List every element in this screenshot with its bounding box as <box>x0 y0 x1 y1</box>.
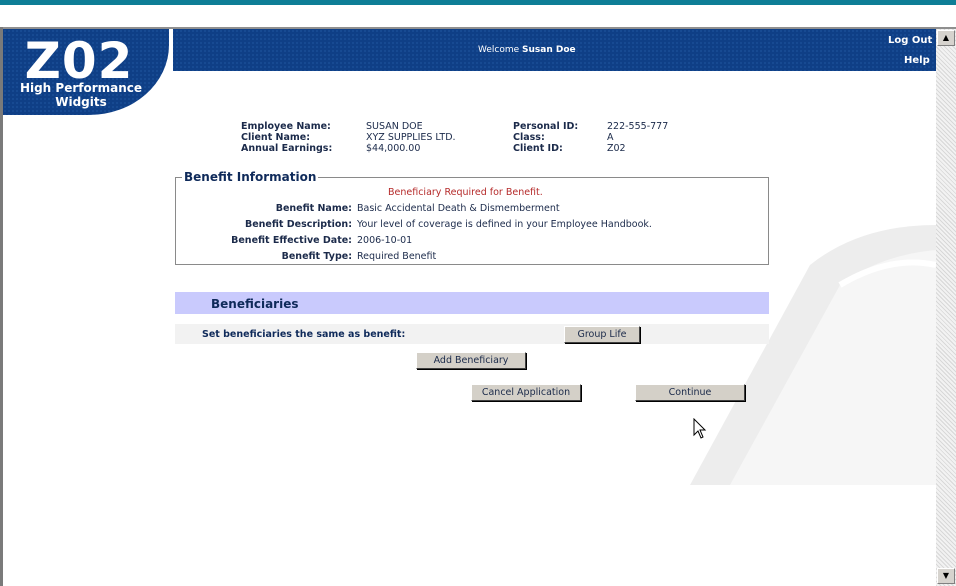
benefit-type-value: Required Benefit <box>357 251 437 262</box>
personal-id-label: Personal ID: <box>513 121 579 132</box>
continue-button[interactable]: Continue <box>635 384 745 401</box>
class-value: A <box>607 132 614 143</box>
annual-earnings-label: Annual Earnings: <box>241 143 333 154</box>
benefit-description-label: Benefit Description: <box>244 219 352 230</box>
benefit-type-label: Benefit Type: <box>281 251 352 262</box>
cancel-application-button[interactable]: Cancel Application <box>471 384 581 401</box>
logout-link[interactable]: Log Out <box>888 35 932 46</box>
logo-badge: Z02 High Performance Widgits <box>3 29 169 115</box>
scroll-down-button[interactable]: ▼ <box>937 568 955 584</box>
client-name-value: XYZ SUPPLIES LTD. <box>366 132 456 143</box>
benefit-info-legend: Benefit Information <box>182 170 319 184</box>
logo-subtitle-2: Widgits <box>55 95 107 109</box>
scroll-up-button[interactable]: ▲ <box>937 30 955 46</box>
benefit-effective-date-value: 2006-10-01 <box>357 235 413 246</box>
help-link[interactable]: Help <box>904 55 930 66</box>
vertical-scrollbar[interactable] <box>936 29 956 586</box>
client-id-value: Z02 <box>607 143 626 154</box>
logo-subtitle-1: High Performance <box>19 81 143 95</box>
add-beneficiary-button[interactable]: Add Beneficiary <box>416 352 526 369</box>
top-accent-bar <box>0 0 956 5</box>
welcome-message: Welcome Susan Doe <box>478 45 576 55</box>
welcome-user-name: Susan Doe <box>522 45 576 55</box>
benefit-description-value: Your level of coverage is defined in you… <box>357 219 652 230</box>
benefit-name-label: Benefit Name: <box>275 203 352 214</box>
client-name-label: Client Name: <box>241 132 311 143</box>
personal-id-value: 222-555-777 <box>607 121 669 132</box>
group-life-button[interactable]: Group Life <box>564 326 640 343</box>
logo-main-text: Z02 <box>24 32 134 90</box>
beneficiaries-title: Beneficiaries <box>211 297 299 311</box>
arrow-down-icon: ▼ <box>942 571 950 580</box>
benefit-name-value: Basic Accidental Death & Dismemberment <box>357 203 560 214</box>
class-label: Class: <box>513 132 545 143</box>
employee-name-label: Employee Name: <box>241 121 331 132</box>
employee-name-value: SUSAN DOE <box>366 121 423 132</box>
client-id-label: Client ID: <box>513 143 563 154</box>
logo: Z02 High Performance Widgits <box>3 29 173 115</box>
welcome-prefix: Welcome <box>478 45 520 55</box>
annual-earnings-value: $44,000.00 <box>366 143 421 154</box>
benefit-effective-date-label: Benefit Effective Date: <box>231 235 352 246</box>
mouse-pointer-icon <box>693 418 707 439</box>
same-as-benefit-label: Set beneficiaries the same as benefit: <box>202 329 406 340</box>
beneficiary-required-message: Beneficiary Required for Benefit. <box>388 187 543 198</box>
arrow-up-icon: ▲ <box>942 33 950 42</box>
